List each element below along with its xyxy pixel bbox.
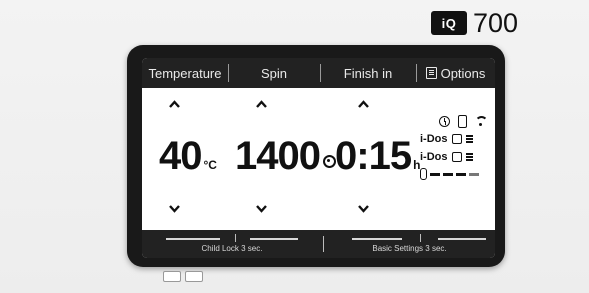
sensor-chips xyxy=(163,271,203,282)
finish-number: 0:15 xyxy=(335,134,412,178)
chevron-up-icon xyxy=(358,100,369,108)
status-panel: i-Dos i-Dos xyxy=(420,112,490,180)
chevron-down-icon xyxy=(169,205,180,213)
brand-logo-box: iQ xyxy=(431,11,467,35)
water-level-bar xyxy=(420,168,490,180)
idos-row-1: i-Dos xyxy=(420,130,490,148)
spin-tab[interactable]: Spin xyxy=(228,58,320,88)
level-dash xyxy=(443,172,453,176)
level-dash xyxy=(430,172,440,176)
child-lock-label: Child Lock 3 sec. xyxy=(201,244,263,253)
lcd-display: Temperature Spin Finish in Options 40 °C… xyxy=(142,58,495,258)
finish-up-button[interactable] xyxy=(357,98,370,111)
level-bars-icon xyxy=(465,135,473,143)
spin-label: Spin xyxy=(260,65,288,81)
idos-label-2: i-Dos xyxy=(420,151,448,163)
sensor-chip xyxy=(185,271,203,282)
bottom-bar: Child Lock 3 sec. Basic Settings 3 sec. xyxy=(142,230,495,258)
timer-icon xyxy=(439,115,450,127)
chevron-down-icon xyxy=(256,205,267,213)
temperature-label: Temperature xyxy=(148,65,222,81)
brand-series: 700 xyxy=(473,8,519,38)
water-tap-icon xyxy=(420,168,427,180)
spin-down-button[interactable] xyxy=(255,202,268,215)
spin-value: 1400 xyxy=(235,134,336,179)
spin-up-button[interactable] xyxy=(255,98,268,111)
temperature-value: 40 °C xyxy=(159,134,217,179)
options-tab[interactable]: Options xyxy=(416,58,495,88)
finish-down-button[interactable] xyxy=(357,202,370,215)
options-label: Options xyxy=(440,65,486,81)
idos-label-1: i-Dos xyxy=(420,133,448,145)
options-icon xyxy=(425,67,437,79)
temperature-tab[interactable]: Temperature xyxy=(142,58,228,88)
level-dash xyxy=(456,172,466,176)
basic-settings-button[interactable]: Basic Settings 3 sec. xyxy=(324,230,495,258)
status-icons-row xyxy=(420,112,490,130)
wifi-icon xyxy=(475,115,488,127)
chevron-up-icon xyxy=(256,100,267,108)
softener-icon xyxy=(451,152,462,162)
remote-start-icon xyxy=(458,114,467,128)
temperature-down-button[interactable] xyxy=(168,202,181,215)
finish-value: 0:15 h xyxy=(335,134,420,179)
temperature-unit: °C xyxy=(203,158,217,172)
sensor-chip xyxy=(163,271,181,282)
chevron-up-icon xyxy=(169,100,180,108)
brand-logo: iQ 700 xyxy=(431,8,519,38)
level-dash xyxy=(469,172,479,176)
temperature-up-button[interactable] xyxy=(168,98,181,111)
finish-in-tab[interactable]: Finish in xyxy=(320,58,416,88)
detergent-icon xyxy=(451,134,462,144)
basic-settings-label: Basic Settings 3 sec. xyxy=(372,244,447,253)
idos-row-2: i-Dos xyxy=(420,148,490,166)
chevron-down-icon xyxy=(358,205,369,213)
finish-in-label: Finish in xyxy=(343,65,393,81)
main-readout: 40 °C 1400 0:15 h i-Dos i-Dos xyxy=(142,88,495,230)
spin-number: 1400 xyxy=(235,134,321,178)
top-menu-bar: Temperature Spin Finish in Options xyxy=(142,58,495,88)
level-bars-icon xyxy=(465,153,473,161)
temperature-number: 40 xyxy=(159,134,202,178)
child-lock-button[interactable]: Child Lock 3 sec. xyxy=(142,230,322,258)
